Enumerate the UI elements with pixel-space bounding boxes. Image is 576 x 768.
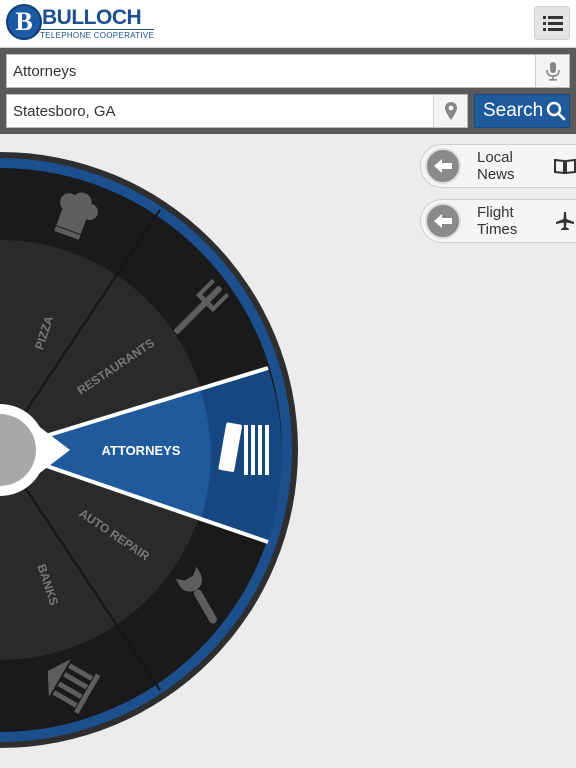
what-field [6,54,570,88]
what-input[interactable] [13,55,529,87]
microphone-icon [545,62,560,81]
arrow-left-icon [425,148,461,184]
search-panel: Search [0,48,576,134]
menu-button[interactable] [534,6,570,40]
logo-badge: B [6,4,42,40]
voice-search-button[interactable] [535,55,569,87]
magnifier-icon [543,101,569,121]
flight-times-tab[interactable]: Flight Times [420,199,576,243]
search-button[interactable]: Search [474,94,570,128]
logo-subtitle: TELEPHONE COOPERATIVE [40,29,155,40]
local-news-tab[interactable]: Local News [420,144,576,188]
airplane-icon [550,211,576,231]
selected-slice-icon-band [200,368,282,542]
flight-times-label: Flight Times [477,204,518,238]
app-header: B BULLOCH TELEPHONE COOPERATIVE [0,0,576,48]
open-book-icon [550,158,576,174]
search-button-label: Search [483,100,544,121]
arrow-left-icon [425,203,461,239]
current-location-button[interactable] [433,95,467,127]
logo-name: BULLOCH [42,6,142,29]
local-news-label: Local News [477,149,515,183]
location-pin-icon [444,102,457,120]
list-icon [543,16,563,31]
category-wheel[interactable]: PIZZA RESTAURANTS ATTORNEYS AUTO REPAIR … [0,150,300,748]
where-input[interactable] [13,95,427,127]
wheel-label-attorneys[interactable]: ATTORNEYS [102,443,181,458]
where-field [6,94,468,128]
bulloch-logo[interactable]: B BULLOCH TELEPHONE COOPERATIVE [6,4,156,42]
